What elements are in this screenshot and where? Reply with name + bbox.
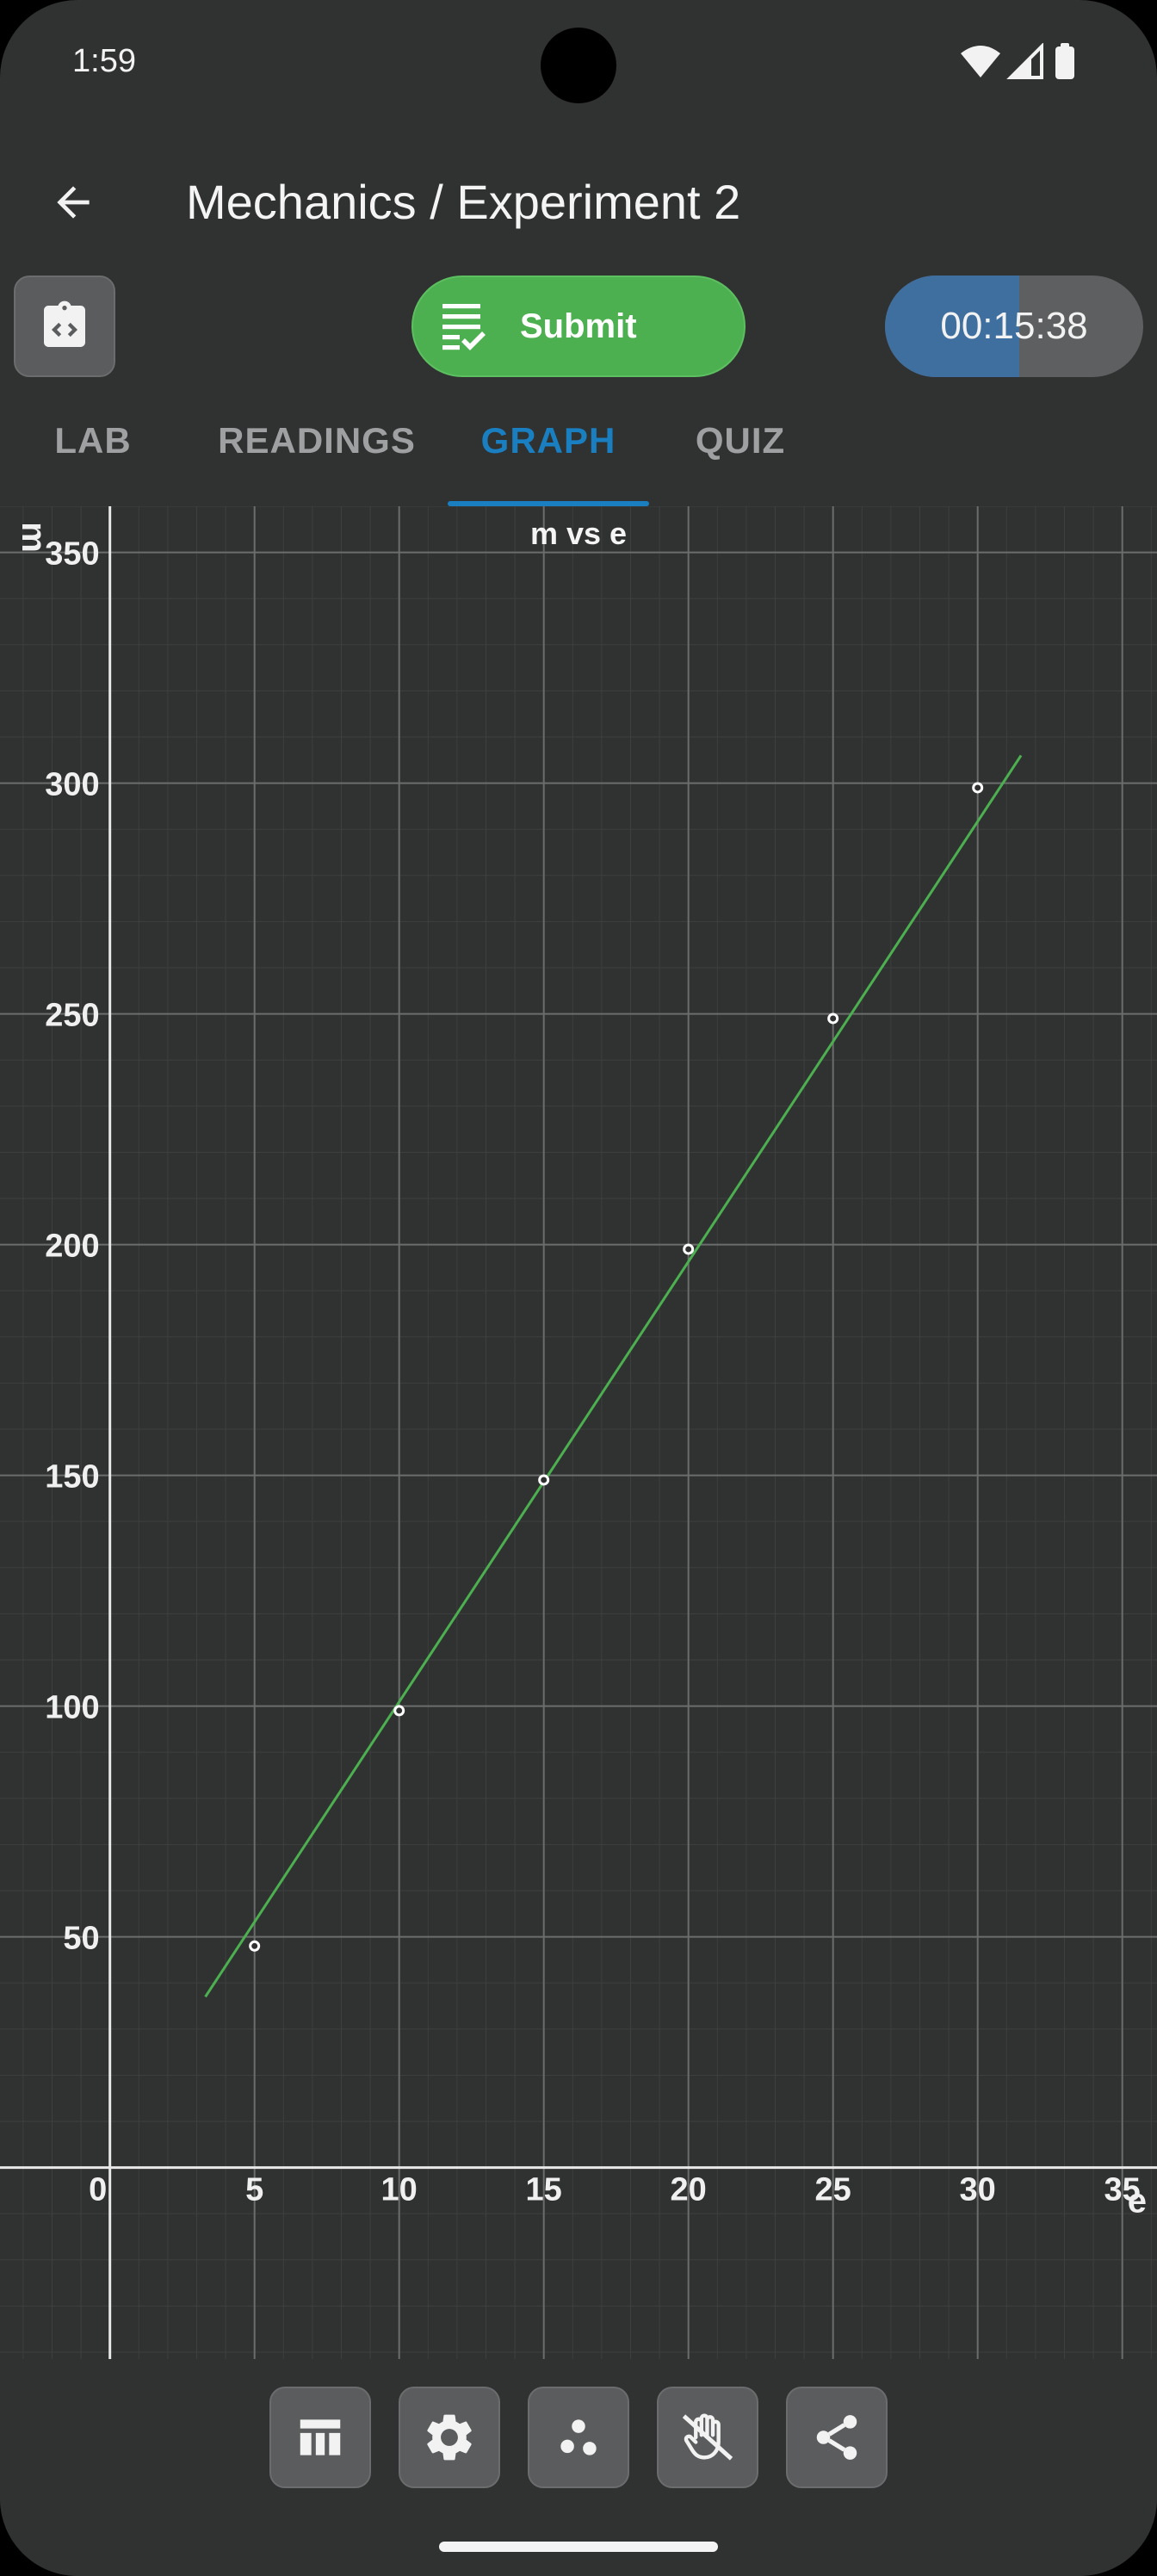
tab-lab[interactable]: LAB — [34, 420, 152, 506]
checklist-icon — [442, 304, 486, 350]
submit-label: Submit — [520, 307, 637, 345]
x-tick-label: 15 — [526, 2172, 562, 2208]
share-icon — [816, 2415, 857, 2460]
scatter-button[interactable] — [528, 2387, 629, 2488]
phone-screen: 1:59 Mechanics / Experiment 2 Submit 00:… — [0, 0, 1157, 2576]
tab-graph[interactable]: GRAPH — [448, 420, 649, 506]
y-tick-label: 250 — [45, 998, 99, 1034]
status-icons — [961, 43, 1074, 79]
arrow-back-icon — [57, 186, 90, 219]
tab-quiz[interactable]: QUIZ — [671, 420, 809, 506]
y-tick-label: 100 — [45, 1690, 99, 1726]
y-tick-label: 150 — [45, 1459, 99, 1495]
y-tick-label: 300 — [45, 767, 99, 803]
hand-icon — [682, 2413, 733, 2461]
x-tick-label: 20 — [671, 2172, 707, 2208]
toolbar: Submit 00:15:38 — [0, 272, 1157, 384]
x-tick-label: 0 — [89, 2172, 107, 2208]
data-point — [972, 782, 984, 794]
status-bar: 1:59 — [0, 0, 1157, 129]
back-button[interactable] — [34, 164, 112, 241]
x-tick-label: 10 — [381, 2172, 418, 2208]
submit-button[interactable]: Submit — [411, 276, 746, 377]
pan-button[interactable] — [657, 2387, 758, 2488]
battery-icon — [1055, 46, 1074, 79]
data-point — [538, 1474, 550, 1486]
wifi-icon — [961, 46, 1000, 77]
y-tick-label: 200 — [45, 1229, 99, 1265]
share-button[interactable] — [786, 2387, 888, 2488]
table-icon — [300, 2419, 341, 2455]
scatter-icon — [560, 2419, 597, 2455]
bottom-toolbar — [0, 2359, 1157, 2576]
page-title: Mechanics / Experiment 2 — [186, 175, 741, 229]
x-tick-label: 30 — [960, 2172, 996, 2208]
camera-cutout — [541, 28, 616, 103]
timer: 00:15:38 — [885, 276, 1143, 377]
data-point — [827, 1012, 839, 1025]
data-point — [393, 1705, 405, 1717]
data-point — [683, 1243, 695, 1255]
y-axis-label: m — [15, 522, 53, 553]
gear-icon — [427, 2414, 472, 2461]
x-tick-label: 5 — [245, 2172, 263, 2208]
data-point — [249, 1940, 261, 1952]
x-tick-label: 25 — [815, 2172, 851, 2208]
tab-bar: LAB READINGS GRAPH QUIZ — [0, 405, 1157, 508]
x-axis-label: e — [1128, 2183, 1147, 2220]
status-time: 1:59 — [72, 43, 136, 79]
y-tick-label: 50 — [63, 1921, 99, 1957]
settings-button[interactable] — [399, 2387, 500, 2488]
timer-value: 00:15:38 — [940, 305, 1088, 347]
code-button[interactable] — [14, 276, 115, 377]
graph-area[interactable]: 0 5 10 15 20 25 30 35 50 100 150 200 250 300 350 e m m vs… — [0, 505, 1157, 2359]
home-indicator[interactable] — [439, 2542, 718, 2552]
app-bar: Mechanics / Experiment 2 — [0, 129, 1157, 276]
chart-title: m vs e — [530, 516, 627, 551]
table-button[interactable] — [269, 2387, 371, 2488]
tab-readings[interactable]: READINGS — [207, 420, 427, 506]
clipboard-code-icon — [44, 300, 85, 347]
fit-line — [204, 754, 1023, 1998]
chart[interactable]: 0 5 10 15 20 25 30 3550100150200250300350em m vs… — [0, 505, 1157, 2359]
